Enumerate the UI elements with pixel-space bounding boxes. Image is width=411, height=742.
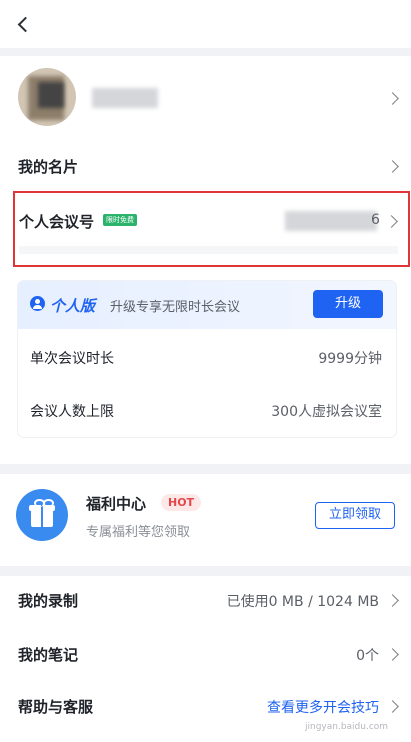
notes-row[interactable]: 我的笔记 0个	[0, 636, 411, 672]
meeting-id-row[interactable]: 个人会议号 限时免费 6	[13, 191, 410, 267]
benefits-subtitle: 专属福利等您领取	[86, 525, 191, 540]
plan-header: 个人版 升级专享无限时长会议 升级	[18, 281, 396, 329]
claim-button[interactable]: 立即领取	[315, 502, 395, 529]
help-row[interactable]: 帮助与客服 查看更多开会技巧	[0, 688, 411, 724]
plan-item-label: 会议人数上限	[30, 404, 114, 420]
help-label: 帮助与客服	[18, 698, 94, 716]
gift-icon	[16, 489, 68, 541]
chevron-right-icon	[386, 700, 399, 713]
upgrade-button-label: 升级	[334, 296, 361, 311]
divider	[19, 246, 398, 254]
watermark: jingyan.baidu.com	[305, 722, 389, 732]
plan-card: 个人版 升级专享无限时长会议 升级 单次会议时长 9999分钟 会议人数上限 3…	[18, 281, 396, 437]
meeting-id-label: 个人会议号	[19, 213, 95, 231]
notes-label: 我的笔记	[18, 646, 79, 664]
my-card-row[interactable]: 我的名片	[0, 146, 411, 186]
plan-item-value: 9999分钟	[318, 351, 382, 367]
user-icon	[30, 296, 45, 311]
recording-value: 已使用0 MB / 1024 MB	[226, 594, 379, 610]
meeting-id-masked	[285, 211, 377, 231]
benefits-title: 福利中心	[86, 495, 147, 513]
chevron-right-icon	[385, 215, 398, 228]
chevron-right-icon	[386, 594, 399, 607]
hot-badge: HOT	[161, 494, 202, 511]
meeting-id-value: 6	[371, 212, 380, 228]
plan-item: 单次会议时长 9999分钟	[18, 343, 396, 373]
claim-button-label: 立即领取	[328, 507, 381, 522]
help-value[interactable]: 查看更多开会技巧	[267, 697, 379, 717]
chevron-right-icon	[386, 160, 399, 173]
avatar	[18, 68, 76, 126]
plan-item: 会议人数上限 300人虚拟会议室	[18, 396, 396, 426]
recording-row[interactable]: 我的录制 已使用0 MB / 1024 MB	[0, 582, 411, 618]
profile-row[interactable]	[0, 62, 411, 134]
upgrade-button[interactable]: 升级	[313, 290, 383, 318]
username-masked	[92, 88, 158, 108]
chevron-right-icon	[386, 92, 399, 105]
top-bar	[0, 0, 411, 48]
chevron-left-icon	[17, 16, 34, 33]
plan-item-value: 300人虚拟会议室	[271, 404, 382, 420]
plan-item-label: 单次会议时长	[30, 351, 114, 367]
notes-value: 0个	[356, 648, 379, 664]
plan-badge: 个人版	[50, 297, 96, 315]
free-badge: 限时免费	[103, 214, 137, 226]
plan-promo: 升级专享无限时长会议	[110, 300, 241, 315]
recording-label: 我的录制	[18, 592, 79, 610]
back-button[interactable]	[10, 10, 38, 38]
chevron-right-icon	[386, 648, 399, 661]
my-card-label: 我的名片	[18, 158, 79, 176]
